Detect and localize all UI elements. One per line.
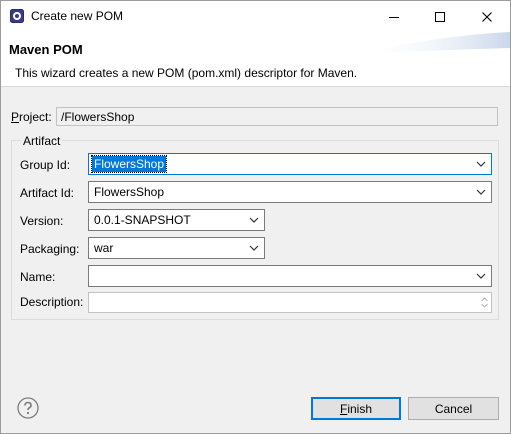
scroll-arrows-icon[interactable]: [480, 295, 489, 310]
packaging-label: Packaging:: [20, 242, 80, 256]
artifact-id-label: Artifact Id:: [20, 186, 75, 200]
artifact-id-value: FlowersShop: [94, 185, 165, 199]
close-button[interactable]: [464, 1, 510, 32]
chevron-down-icon[interactable]: [249, 216, 259, 224]
minimize-button[interactable]: [371, 1, 417, 32]
help-button[interactable]: [17, 397, 39, 419]
description-label: Description:: [20, 295, 84, 309]
chevron-down-icon[interactable]: [476, 160, 486, 168]
banner-description: This wizard creates a new POM (pom.xml) …: [15, 66, 358, 80]
wizard-banner: Maven POM This wizard creates a new POM …: [1, 32, 510, 87]
create-pom-dialog: Create new POM Maven POM This wizard cre…: [0, 0, 511, 434]
chevron-down-icon[interactable]: [249, 244, 259, 252]
window-title: Create new POM: [31, 9, 124, 23]
name-combo[interactable]: [88, 265, 492, 287]
chevron-down-icon[interactable]: [476, 188, 486, 196]
maximize-icon: [435, 11, 445, 22]
close-icon: [482, 11, 492, 22]
version-label: Version:: [20, 214, 64, 228]
packaging-combo[interactable]: war: [88, 237, 265, 259]
group-id-label: Group Id:: [20, 158, 71, 172]
banner-decoration: [360, 32, 510, 54]
chevron-down-icon[interactable]: [476, 272, 486, 280]
help-icon: [17, 397, 39, 419]
artifact-group-label: Artifact: [21, 134, 63, 148]
group-id-combo[interactable]: FlowersShop: [88, 153, 492, 175]
banner-title: Maven POM: [9, 42, 83, 57]
packaging-value: war: [94, 241, 114, 255]
cancel-button[interactable]: Cancel: [408, 397, 499, 420]
description-textarea[interactable]: [88, 292, 492, 313]
eclipse-gear-icon: [10, 9, 24, 23]
minimize-icon: [389, 16, 399, 18]
maximize-button[interactable]: [417, 1, 463, 32]
group-id-value: FlowersShop: [90, 155, 168, 173]
project-label: Project:: [11, 110, 52, 124]
version-value: 0.0.1-SNAPSHOT: [94, 213, 191, 227]
artifact-id-combo[interactable]: FlowersShop: [88, 181, 492, 203]
version-combo[interactable]: 0.0.1-SNAPSHOT: [88, 209, 265, 231]
project-field: /FlowersShop: [56, 107, 498, 126]
finish-button[interactable]: Finish: [311, 397, 401, 420]
title-bar: Create new POM: [1, 1, 510, 32]
name-label: Name:: [20, 270, 56, 284]
